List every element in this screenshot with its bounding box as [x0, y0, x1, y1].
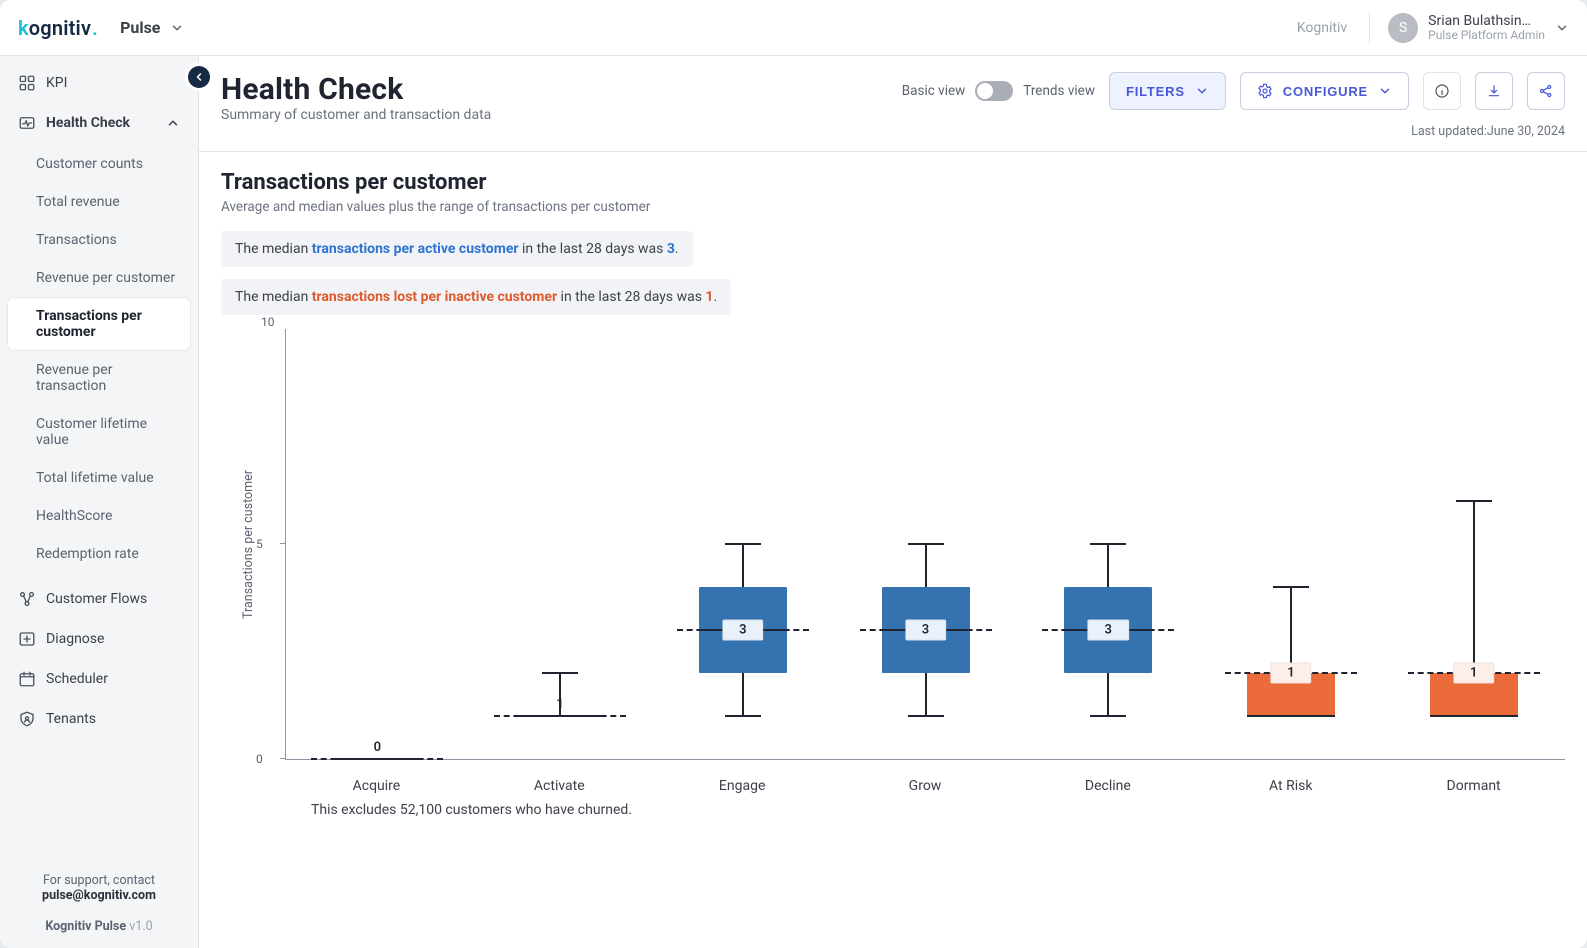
flow-icon: [18, 590, 36, 608]
nav-diagnose[interactable]: Diagnose: [8, 620, 190, 658]
app-switch-label: Pulse: [120, 18, 160, 37]
diagnose-icon: [18, 630, 36, 648]
chevron-up-icon: [166, 116, 180, 130]
configure-button[interactable]: CONFIGURE: [1240, 72, 1409, 110]
share-icon: [1538, 83, 1554, 99]
nav-scheduler-label: Scheduler: [46, 671, 108, 687]
brand-logo[interactable]: k ognitiv .: [18, 16, 98, 40]
download-button[interactable]: [1475, 72, 1513, 110]
product-version: Kognitiv Pulse v1.0: [10, 919, 188, 934]
x-axis-labels: AcquireActivateEngageGrowDeclineAt RiskD…: [285, 760, 1565, 794]
app-switcher[interactable]: Pulse: [120, 18, 184, 37]
share-button[interactable]: [1527, 72, 1565, 110]
sidebar-sub-item[interactable]: HealthScore: [8, 498, 190, 534]
shield-user-icon: [18, 710, 36, 728]
info-icon: [1434, 83, 1450, 99]
sidebar-sub-item[interactable]: Customer lifetime value: [8, 406, 190, 458]
x-label: Dormant: [1382, 760, 1565, 794]
toggle-switch[interactable]: [975, 81, 1013, 101]
page-subtitle: Summary of customer and transaction data: [221, 107, 491, 123]
chart-plot: 0133311 05: [285, 329, 1565, 760]
sidebar-collapse-button[interactable]: [188, 66, 210, 88]
sidebar-sub-item[interactable]: Revenue per customer: [8, 260, 190, 296]
box-engage: 3: [651, 329, 834, 759]
callout-active: The median transactions per active custo…: [221, 231, 693, 267]
chevron-down-icon: [1378, 84, 1392, 98]
box-decline: 3: [1017, 329, 1200, 759]
trends-view-label: Trends view: [1023, 83, 1095, 99]
main: Health Check Summary of customer and tra…: [199, 56, 1587, 948]
chevron-down-icon: [1195, 84, 1209, 98]
nav-health-check-label: Health Check: [46, 115, 130, 131]
user-role: Pulse Platform Admin: [1428, 29, 1545, 43]
ytick-10: 10: [261, 315, 275, 329]
logo-k: k: [18, 16, 29, 40]
nav-scheduler[interactable]: Scheduler: [8, 660, 190, 698]
chevron-down-icon: [170, 21, 184, 35]
sidebar-sub-item[interactable]: Redemption rate: [8, 536, 190, 572]
callout-inactive: The median transactions lost per inactiv…: [221, 279, 731, 315]
last-updated: Last updated: June 30, 2024: [1411, 124, 1565, 139]
x-label: Acquire: [285, 760, 468, 794]
nav-customer-flows-label: Customer Flows: [46, 591, 147, 607]
sidebar: KPI Health Check Customer countsTotal re…: [0, 56, 199, 948]
x-label: Decline: [1016, 760, 1199, 794]
info-button[interactable]: [1423, 72, 1461, 110]
x-label: Activate: [468, 760, 651, 794]
nav-tenants[interactable]: Tenants: [8, 700, 190, 738]
sidebar-sub-item[interactable]: Transactions per customer: [8, 298, 190, 350]
avatar: S: [1388, 13, 1418, 43]
nav-customer-flows[interactable]: Customer Flows: [8, 580, 190, 618]
nav-tenants-label: Tenants: [46, 711, 96, 727]
download-icon: [1486, 83, 1502, 99]
x-label: At Risk: [1199, 760, 1382, 794]
view-toggle[interactable]: Basic view Trends view: [902, 81, 1095, 101]
support-label: For support, contact: [10, 873, 188, 888]
box-activate: 1: [469, 329, 652, 759]
callout-active-link[interactable]: transactions per active customer: [312, 241, 519, 257]
section-title: Transactions per customer: [221, 170, 1565, 195]
nav-health-check-sub: Customer countsTotal revenueTransactions…: [8, 144, 190, 578]
sidebar-sub-item[interactable]: Transactions: [8, 222, 190, 258]
sidebar-sub-item[interactable]: Total lifetime value: [8, 460, 190, 496]
page-header: Health Check Summary of customer and tra…: [199, 56, 1587, 152]
filters-button[interactable]: FILTERS: [1109, 72, 1226, 110]
x-label: Engage: [651, 760, 834, 794]
nav-kpi-label: KPI: [46, 75, 67, 91]
sidebar-sub-item[interactable]: Total revenue: [8, 184, 190, 220]
user-menu[interactable]: S Srian Bulathsin… Pulse Platform Admin: [1369, 13, 1569, 43]
box-dormant: 1: [1382, 329, 1565, 759]
basic-view-label: Basic view: [902, 83, 966, 99]
page-title: Health Check: [221, 72, 491, 107]
box-acquire: 0: [286, 329, 469, 759]
nav-health-check[interactable]: Health Check: [8, 104, 190, 142]
tenant-name[interactable]: Kognitiv: [1297, 20, 1347, 36]
sidebar-sub-item[interactable]: Customer counts: [8, 146, 190, 182]
topbar: k ognitiv . Pulse Kognitiv S Srian Bulat…: [0, 0, 1587, 56]
logo-dot: .: [92, 16, 98, 40]
nav-kpi[interactable]: KPI: [8, 64, 190, 102]
y-axis-label: Transactions per customer: [241, 470, 256, 619]
logo-rest: ognitiv: [29, 16, 91, 40]
user-name: Srian Bulathsin…: [1428, 13, 1545, 29]
grid-icon: [18, 74, 36, 92]
callout-inactive-link[interactable]: transactions lost per inactive customer: [312, 289, 557, 305]
chevron-down-icon: [1555, 21, 1569, 35]
section-subtitle: Average and median values plus the range…: [221, 199, 1565, 215]
nav-diagnose-label: Diagnose: [46, 631, 104, 647]
box-grow: 3: [834, 329, 1017, 759]
chart-footnote: This excludes 52,100 customers who have …: [311, 802, 1565, 818]
support-email[interactable]: pulse@kognitiv.com: [10, 888, 188, 903]
chart: 10 Transactions per customer 0133311 05 …: [221, 329, 1565, 818]
gear-icon: [1257, 83, 1273, 99]
x-label: Grow: [834, 760, 1017, 794]
calendar-icon: [18, 670, 36, 688]
box-at-risk: 1: [1200, 329, 1383, 759]
sidebar-footer: For support, contact pulse@kognitiv.com …: [0, 859, 198, 948]
sidebar-sub-item[interactable]: Revenue per transaction: [8, 352, 190, 404]
heartbeat-icon: [18, 114, 36, 132]
